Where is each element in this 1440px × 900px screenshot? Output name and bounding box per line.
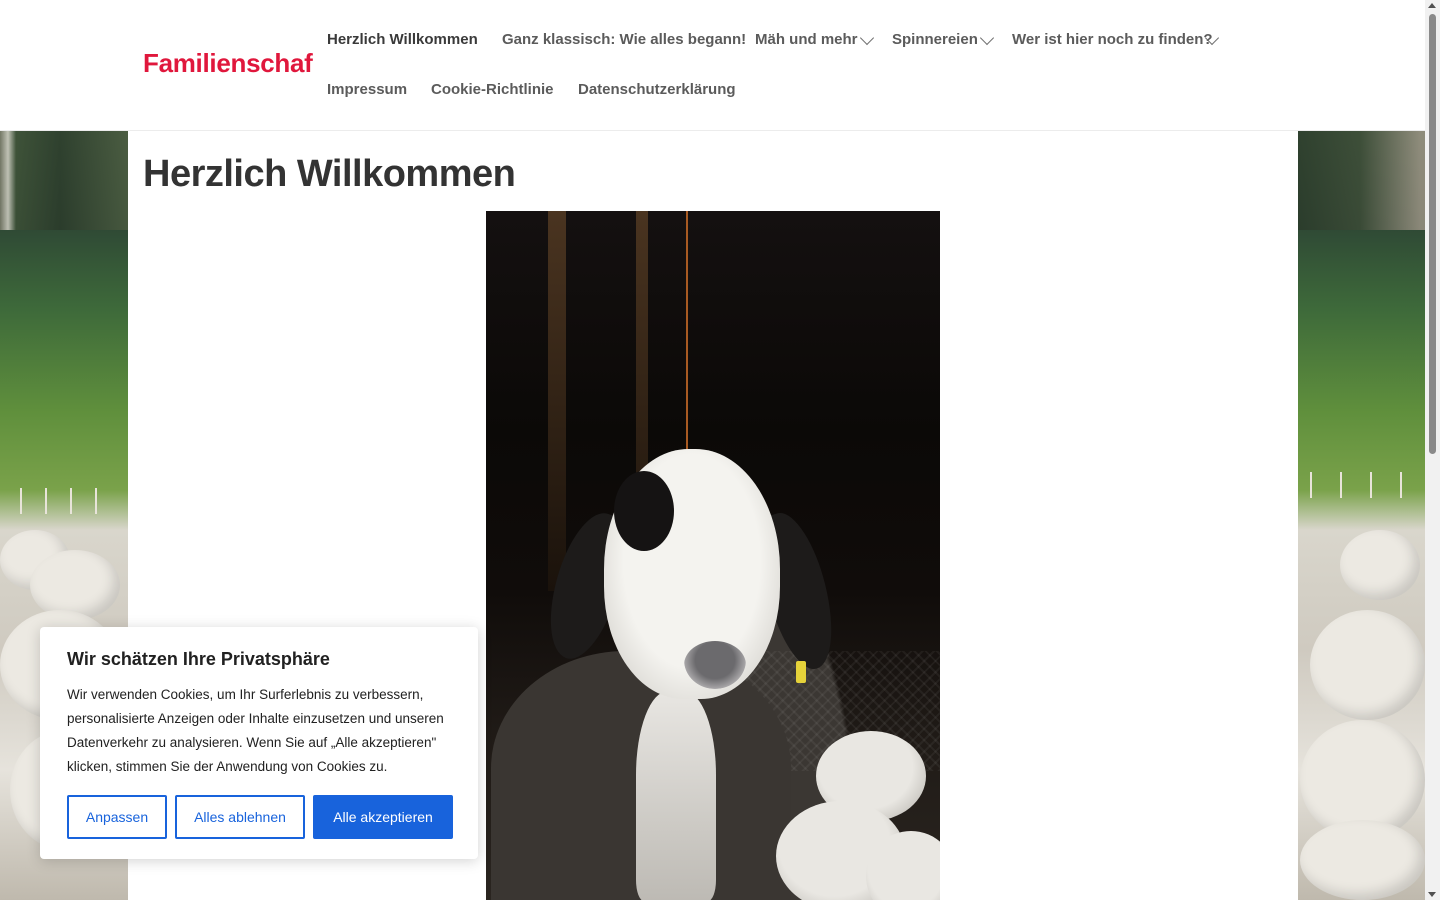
bg-sheep <box>1310 610 1425 720</box>
cookie-consent-banner: Wir schätzen Ihre Privatsphäre Wir verwe… <box>40 627 478 859</box>
nav-item-herzlich-willkommen[interactable]: Herzlich Willkommen <box>327 31 478 48</box>
nav-item-spinnereien[interactable]: Spinnereien <box>892 31 978 48</box>
nav-item-datenschutzerklaerung[interactable]: Datenschutzerklärung <box>578 81 736 98</box>
chevron-down-icon[interactable] <box>979 30 995 46</box>
site-header: Familienschaf Herzlich Willkommen Ganz k… <box>0 0 1425 131</box>
cookie-banner-text: Wir verwenden Cookies, um Ihr Surferlebn… <box>67 687 444 774</box>
accept-all-button[interactable]: Alle akzeptieren <box>313 795 453 839</box>
nav-item-ganz-klassisch[interactable]: Ganz klassisch: Wie alles begann! <box>502 31 746 48</box>
scroll-down-icon[interactable] <box>1428 892 1436 897</box>
fence-post <box>45 488 47 514</box>
nav-item-wer-ist-hier[interactable]: Wer ist hier noch zu finden? <box>1012 31 1213 48</box>
vertical-scrollbar[interactable] <box>1425 0 1440 900</box>
site-title-link[interactable]: Familienschaf <box>143 48 313 79</box>
photo-detail <box>684 641 746 689</box>
page-title: Herzlich Willkommen <box>143 153 516 195</box>
photo-detail <box>636 691 716 900</box>
bg-sheep <box>1340 530 1420 600</box>
nav-item-maeh-und-mehr[interactable]: Mäh und mehr <box>755 31 858 48</box>
sheep-portrait-photo <box>486 211 940 900</box>
fence-post <box>70 488 72 514</box>
nav-item-cookie-richtlinie[interactable]: Cookie-Richtlinie <box>431 81 554 98</box>
photo-detail <box>548 211 566 591</box>
scroll-up-icon[interactable] <box>1428 3 1436 8</box>
fence-post <box>1310 472 1312 498</box>
photo-detail <box>796 661 806 683</box>
photo-detail <box>614 471 674 551</box>
fence-post <box>20 488 22 514</box>
customize-button[interactable]: Anpassen <box>67 795 167 839</box>
nav-item-impressum[interactable]: Impressum <box>327 81 407 98</box>
fence-post <box>1370 472 1372 498</box>
fence-post <box>1400 472 1402 498</box>
fence-post <box>95 488 97 514</box>
chevron-down-icon[interactable] <box>859 30 875 46</box>
bg-sheep <box>30 550 120 620</box>
reject-all-button[interactable]: Alles ablehnen <box>175 795 305 839</box>
bg-sheep <box>1300 820 1425 900</box>
photo-detail <box>686 211 688 451</box>
fence-post <box>1340 472 1342 498</box>
cookie-banner-title: Wir schätzen Ihre Privatsphäre <box>67 649 330 669</box>
scrollbar-thumb[interactable] <box>1429 14 1436 454</box>
